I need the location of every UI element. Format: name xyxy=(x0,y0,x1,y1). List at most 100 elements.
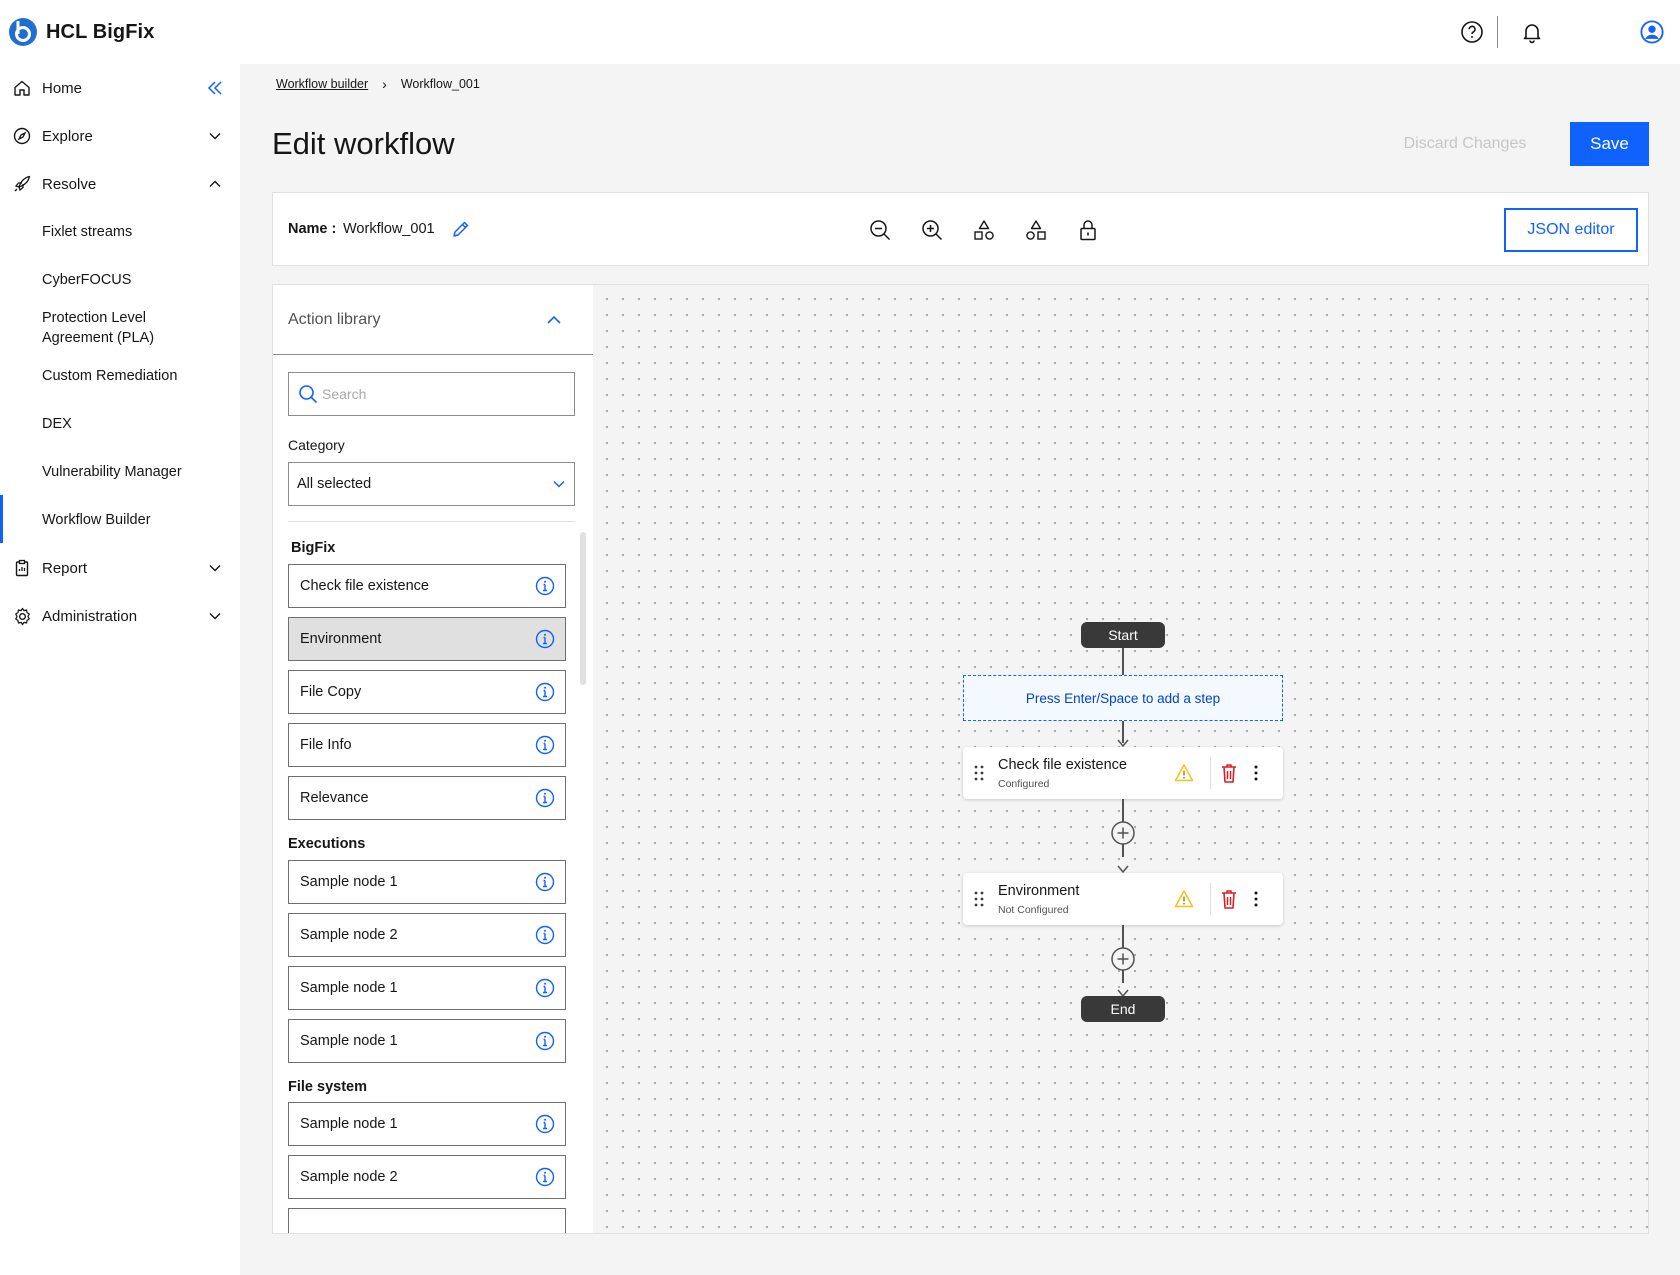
node-title: Environment xyxy=(998,883,1080,899)
page-title: Edit workflow xyxy=(272,126,455,161)
workflow-name: Workflow_001 xyxy=(343,221,435,237)
sidebar-item-resolve[interactable]: Resolve xyxy=(0,174,240,194)
action-item-label: Sample node 1 xyxy=(300,1116,398,1132)
warning-icon xyxy=(1174,764,1194,782)
workflow-node[interactable]: Check file existence Configured xyxy=(963,747,1283,799)
category-value: All selected xyxy=(297,476,372,492)
workflow-toolbar: Name : Workflow_001 JSON editor xyxy=(272,192,1649,266)
save-button[interactable]: Save xyxy=(1570,122,1649,166)
action-item[interactable]: File Info xyxy=(288,723,566,767)
info-icon[interactable] xyxy=(535,1167,555,1187)
info-icon[interactable] xyxy=(535,925,555,945)
arrow-down-icon xyxy=(1117,865,1129,873)
sidebar-item-report[interactable]: Report xyxy=(0,558,240,578)
shapes-icon[interactable] xyxy=(971,217,997,243)
action-item[interactable]: Relevance xyxy=(288,776,566,820)
delete-icon[interactable] xyxy=(1219,762,1239,784)
search-field[interactable] xyxy=(288,372,575,416)
workflow-node[interactable]: Environment Not Configured xyxy=(963,873,1283,925)
action-item[interactable]: Check file existence xyxy=(288,564,566,608)
sidebar-item-home[interactable]: Home xyxy=(0,78,240,98)
action-item-label: Sample node 1 xyxy=(300,980,398,996)
user-avatar-icon[interactable] xyxy=(1640,20,1664,44)
scrollbar[interactable] xyxy=(580,532,586,685)
clipboard-icon xyxy=(12,558,32,578)
add-step-plus-icon[interactable] xyxy=(1111,947,1135,971)
action-item-label: Sample node 2 xyxy=(300,927,398,943)
compass-icon xyxy=(12,126,32,146)
info-icon[interactable] xyxy=(535,788,555,808)
workflow-canvas[interactable]: Start Press Enter/Space to add a step Ch… xyxy=(593,284,1649,1234)
sidebar-subitem-custom-remediation[interactable]: Custom Remediation xyxy=(42,366,232,386)
name-label: Name : xyxy=(288,221,337,237)
zoom-in-icon[interactable] xyxy=(919,217,945,243)
info-icon[interactable] xyxy=(535,1031,555,1051)
chevron-down-icon xyxy=(206,607,224,625)
action-item[interactable]: Sample node 1 xyxy=(288,966,566,1010)
search-input[interactable] xyxy=(322,386,562,402)
drag-handle-icon[interactable] xyxy=(973,890,985,908)
action-item-label: Environment xyxy=(300,631,382,647)
brand[interactable]: HCL BigFix xyxy=(8,17,154,47)
zoom-out-icon[interactable] xyxy=(867,217,893,243)
help-icon[interactable] xyxy=(1460,20,1484,44)
chevron-up-icon[interactable] xyxy=(545,311,563,329)
action-list[interactable]: BigFix Check file existence Environment … xyxy=(273,522,593,1233)
add-step-dropzone[interactable]: Press Enter/Space to add a step xyxy=(963,675,1283,721)
action-item[interactable]: Sample node 2 xyxy=(288,913,566,957)
sidebar-subitem-dex[interactable]: DEX xyxy=(42,414,232,434)
notification-icon[interactable] xyxy=(1520,20,1544,44)
group-label-file-system: File system xyxy=(288,1079,367,1095)
action-item[interactable]: Sample node 2 xyxy=(288,1155,566,1199)
action-library-header[interactable]: Action library xyxy=(273,285,593,355)
info-icon[interactable] xyxy=(535,978,555,998)
breadcrumb-separator-icon: › xyxy=(382,76,387,92)
sidebar-subitem-pla[interactable]: Protection Level Agreement (PLA) xyxy=(42,308,172,348)
overflow-menu-icon[interactable] xyxy=(1252,763,1260,783)
sidebar-item-administration[interactable]: Administration xyxy=(0,606,240,626)
end-node: End xyxy=(1081,996,1165,1022)
category-dropdown[interactable]: All selected xyxy=(288,462,575,506)
action-item[interactable]: Sample node 1 xyxy=(288,1102,566,1146)
drag-handle-icon[interactable] xyxy=(973,764,985,782)
info-icon[interactable] xyxy=(535,872,555,892)
sidebar-item-explore[interactable]: Explore xyxy=(0,126,240,146)
add-step-plus-icon[interactable] xyxy=(1111,821,1135,845)
action-item[interactable]: Sample node 1 xyxy=(288,1019,566,1063)
node-title: Check file existence xyxy=(998,757,1127,773)
action-item[interactable]: Environment xyxy=(288,617,566,661)
breadcrumb: Workflow builder › Workflow_001 xyxy=(276,76,480,92)
action-item[interactable]: File Copy xyxy=(288,670,566,714)
rocket-icon xyxy=(12,174,32,194)
home-icon xyxy=(12,78,32,98)
node-status: Not Configured xyxy=(998,904,1069,916)
lock-icon[interactable] xyxy=(1075,217,1101,243)
sidebar-subitem-fixlet-streams[interactable]: Fixlet streams xyxy=(42,222,232,242)
action-item[interactable]: Sample node 1 xyxy=(288,860,566,904)
collapse-sidebar-icon[interactable] xyxy=(206,79,224,97)
sidebar-subitem-cyberfocus[interactable]: CyberFOCUS xyxy=(42,270,232,290)
info-icon[interactable] xyxy=(535,682,555,702)
edit-name-icon[interactable] xyxy=(451,219,471,239)
bigfix-logo-icon xyxy=(9,18,37,46)
info-icon[interactable] xyxy=(535,735,555,755)
node-status: Configured xyxy=(998,778,1050,790)
delete-icon[interactable] xyxy=(1219,888,1239,910)
action-item-label: Sample node 2 xyxy=(300,1169,398,1185)
info-icon[interactable] xyxy=(535,1114,555,1134)
divider xyxy=(1210,757,1211,789)
action-item-label: Check file existence xyxy=(300,578,429,594)
connector xyxy=(1122,648,1124,675)
sidebar-subitem-vulnerability-manager[interactable]: Vulnerability Manager xyxy=(42,462,232,482)
info-icon[interactable] xyxy=(535,629,555,649)
action-item-label: Sample node 1 xyxy=(300,1033,398,1049)
action-item-partial[interactable] xyxy=(288,1208,566,1233)
discard-changes-button[interactable]: Discard Changes xyxy=(1390,122,1540,166)
shapes-alt-icon[interactable] xyxy=(1023,217,1049,243)
arrow-down-icon xyxy=(1117,739,1129,747)
json-editor-button[interactable]: JSON editor xyxy=(1504,208,1638,252)
sidebar-subitem-workflow-builder[interactable]: Workflow Builder xyxy=(42,510,232,530)
breadcrumb-link-workflow-builder[interactable]: Workflow builder xyxy=(276,77,368,91)
overflow-menu-icon[interactable] xyxy=(1252,889,1260,909)
info-icon[interactable] xyxy=(535,576,555,596)
